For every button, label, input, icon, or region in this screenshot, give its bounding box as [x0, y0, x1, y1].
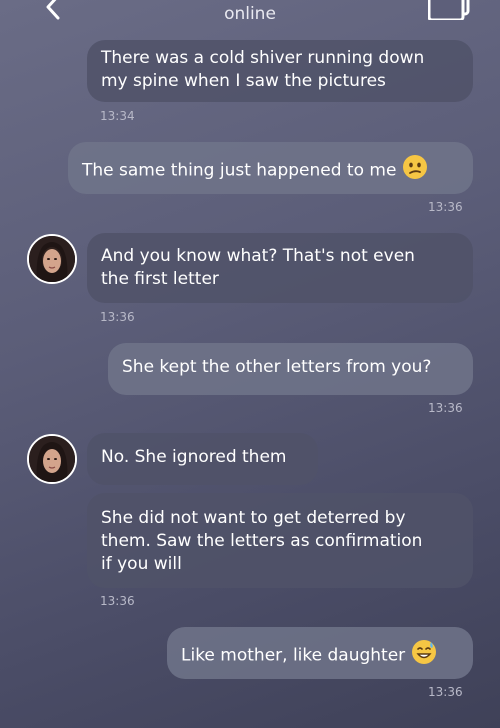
message-time: 13:36 [428, 401, 463, 415]
gallery-icon [427, 0, 470, 22]
message-bubble-outgoing[interactable]: The same thing just happened to me [68, 142, 473, 194]
message-text: And you know what? That's not even [101, 246, 415, 266]
message-bubble-incoming[interactable]: No. She ignored them [87, 433, 318, 485]
message-time: 13:36 [428, 200, 463, 214]
message-time: 13:36 [100, 310, 135, 324]
message-bubble-outgoing[interactable]: Like mother, like daughter [167, 627, 473, 679]
message-bubble-incoming[interactable]: There was a cold shiver running down my … [87, 40, 473, 102]
message-text: There was a cold shiver running down [101, 48, 425, 68]
message-text: my spine when I saw the pictures [101, 71, 386, 91]
message-text: No. She ignored them [101, 447, 287, 467]
message-bubble-incoming[interactable]: And you know what? That's not even the f… [87, 233, 473, 303]
message-time: 13:34 [100, 109, 135, 123]
message-text: Like mother, like daughter [181, 645, 406, 666]
message-bubble-outgoing[interactable]: She kept the other letters from you? [108, 343, 473, 395]
contact-avatar[interactable] [27, 234, 77, 284]
message-text: She kept the other letters from you? [122, 357, 432, 377]
gallery-button[interactable] [427, 0, 470, 22]
message-text: them. Saw the letters as confirmation [101, 531, 423, 551]
message-bubble-incoming[interactable]: She did not want to get deterred by them… [87, 493, 473, 588]
contact-status: online [224, 4, 276, 24]
chat-header: online [0, 0, 500, 36]
message-text: The same thing just happened to me [82, 160, 397, 181]
message-time: 13:36 [100, 594, 135, 608]
message-time: 13:36 [428, 685, 463, 699]
confused-face-icon [402, 154, 428, 187]
message-text: the first letter [101, 269, 219, 289]
message-text: She did not want to get deterred by [101, 508, 406, 528]
contact-avatar[interactable] [27, 434, 77, 484]
message-text: if you will [101, 554, 182, 574]
grinning-sweat-face-icon [411, 639, 437, 672]
